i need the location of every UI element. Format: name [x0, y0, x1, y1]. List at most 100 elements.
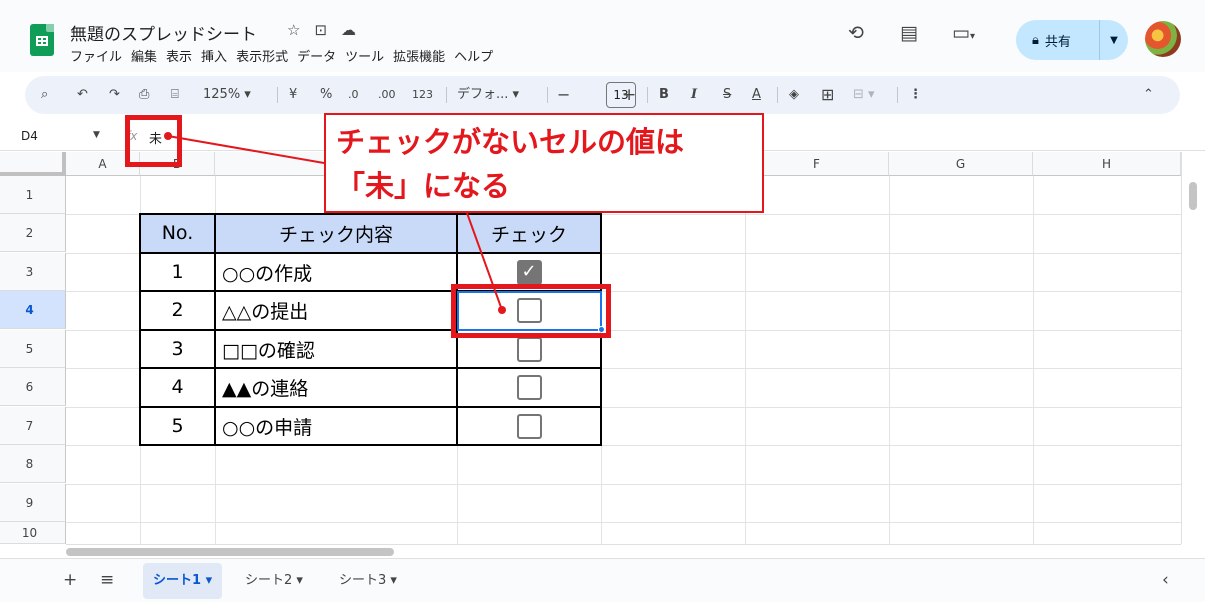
- more-icon[interactable]: ⋮: [909, 76, 922, 114]
- history-icon[interactable]: ⟲: [848, 22, 864, 44]
- redo-icon[interactable]: ↷: [109, 76, 120, 114]
- menu-file[interactable]: ファイル: [70, 46, 122, 65]
- sheet-tab-3[interactable]: シート3 ▾: [329, 563, 407, 599]
- vertical-scroll-thumb[interactable]: [1189, 182, 1197, 210]
- italic-button[interactable]: I: [691, 76, 697, 114]
- cell-highlight-box: [451, 284, 611, 338]
- sheet-tab-bar: + ≡ シート1 ▾ シート2 ▾ シート3 ▾ ‹: [0, 558, 1205, 602]
- menu-insert[interactable]: 挿入: [201, 46, 227, 65]
- row-header-1[interactable]: 1: [0, 176, 66, 214]
- column-header-f[interactable]: F: [745, 152, 889, 176]
- app-header: 無題のスプレッドシート ☆ ⊡ ☁ ファイル 編集 表示 挿入 表示形式 データ…: [0, 0, 1205, 72]
- add-sheet-icon[interactable]: +: [63, 570, 77, 590]
- horizontal-scroll-thumb[interactable]: [66, 548, 394, 556]
- row-header-9[interactable]: 9: [0, 484, 66, 522]
- row-header-6[interactable]: 6: [0, 368, 66, 406]
- checked-checkbox-icon[interactable]: ✓: [516, 259, 542, 285]
- search-menus-icon[interactable]: ⌕: [41, 76, 48, 114]
- unchecked-checkbox-icon[interactable]: [516, 374, 542, 400]
- table-cell-content[interactable]: ○○の作成: [215, 253, 457, 291]
- table-cell-no[interactable]: 2: [140, 291, 215, 329]
- merge-cells-icon[interactable]: ⊟ ▾: [853, 76, 875, 114]
- undo-icon[interactable]: ↶: [77, 76, 88, 114]
- share-button[interactable]: 🔒︎ 共有 ▼: [1016, 20, 1128, 60]
- percent-button[interactable]: %: [320, 76, 332, 114]
- decrease-font-size-button[interactable]: −: [557, 76, 570, 114]
- bold-button[interactable]: B: [659, 76, 669, 114]
- table-cell-content[interactable]: ▲▲の連絡: [215, 368, 457, 406]
- increase-font-size-button[interactable]: +: [622, 76, 636, 114]
- menu-format[interactable]: 表示形式: [236, 46, 288, 65]
- table-header-check[interactable]: チェック: [457, 214, 601, 252]
- explore-collapse-icon[interactable]: ‹: [1162, 570, 1169, 590]
- lock-icon: 🔒︎: [1032, 32, 1039, 48]
- row-header-8[interactable]: 8: [0, 445, 66, 483]
- star-icon[interactable]: ☆: [287, 21, 300, 39]
- table-cell-content[interactable]: △△の提出: [215, 291, 457, 329]
- toolbar: ⌕ ↶ ↷ ⎙ ⌸ 125% ▾ ¥ % .0 .00 123 デフォ... ▾…: [25, 76, 1180, 114]
- menu-extensions[interactable]: 拡張機能: [393, 46, 445, 65]
- menu-help[interactable]: ヘルプ: [454, 46, 493, 65]
- menu-bar: ファイル 編集 表示 挿入 表示形式 データ ツール 拡張機能 ヘルプ: [70, 46, 493, 65]
- row-header-10[interactable]: 10: [0, 522, 66, 544]
- annotation-line-1: チェックがないセルの値は: [336, 125, 685, 159]
- row-header-4[interactable]: 4: [0, 291, 66, 329]
- table-cell-checkbox[interactable]: [457, 407, 601, 445]
- menu-data[interactable]: データ: [297, 46, 336, 65]
- zoom-select[interactable]: 125% ▾: [203, 76, 251, 114]
- print-icon[interactable]: ⎙: [139, 76, 149, 114]
- column-header-h[interactable]: H: [1033, 152, 1181, 176]
- strikethrough-icon[interactable]: S: [723, 76, 731, 114]
- row-header-7[interactable]: 7: [0, 407, 66, 445]
- cloud-saved-icon[interactable]: ☁: [341, 21, 356, 39]
- all-sheets-icon[interactable]: ≡: [100, 570, 114, 590]
- paint-format-icon[interactable]: ⌸: [171, 76, 179, 114]
- title-actions: ☆ ⊡ ☁: [287, 21, 356, 39]
- collapse-toolbar-icon[interactable]: ⌃: [1143, 76, 1154, 114]
- sheet-tab-2[interactable]: シート2 ▾: [235, 563, 313, 599]
- row-header-5[interactable]: 5: [0, 330, 66, 368]
- table-cell-no[interactable]: 4: [140, 368, 215, 406]
- select-all-corner[interactable]: [0, 152, 66, 176]
- table-header-no[interactable]: No.: [140, 214, 215, 252]
- unchecked-checkbox-icon[interactable]: [516, 336, 542, 362]
- move-folder-icon[interactable]: ⊡: [314, 21, 327, 39]
- avatar[interactable]: [1145, 21, 1181, 57]
- unchecked-checkbox-icon[interactable]: [516, 413, 542, 439]
- increase-decimal-button[interactable]: .00: [378, 76, 396, 114]
- fill-color-icon[interactable]: ◈: [789, 76, 799, 114]
- menu-view[interactable]: 表示: [166, 46, 192, 65]
- currency-button[interactable]: ¥: [289, 76, 297, 114]
- annotation-line-2: 「未」になる: [336, 169, 511, 203]
- document-title[interactable]: 無題のスプレッドシート: [70, 20, 257, 45]
- sheets-logo-icon[interactable]: [30, 24, 54, 56]
- menu-tools[interactable]: ツール: [345, 46, 384, 65]
- table-header-content[interactable]: チェック内容: [215, 214, 457, 252]
- share-label: 共有: [1044, 34, 1071, 50]
- row-header-3[interactable]: 3: [0, 253, 66, 291]
- menu-edit[interactable]: 編集: [131, 46, 157, 65]
- table-cell-no[interactable]: 1: [140, 253, 215, 291]
- table-cell-checkbox[interactable]: [457, 368, 601, 406]
- name-box-dropdown-icon[interactable]: ▼: [93, 130, 100, 140]
- vertical-scrollbar[interactable]: [1181, 152, 1205, 544]
- borders-icon[interactable]: ⊞: [821, 76, 834, 114]
- table-cell-no[interactable]: 3: [140, 330, 215, 368]
- table-cell-content[interactable]: □□の確認: [215, 330, 457, 368]
- sheet-tab-1[interactable]: シート1 ▾: [143, 563, 223, 599]
- share-dropdown-icon[interactable]: ▼: [1100, 35, 1128, 46]
- number-format-button[interactable]: 123: [412, 76, 433, 114]
- annotation-callout: チェックがないセルの値は 「未」になる: [324, 113, 764, 213]
- formula-highlight-box: [125, 115, 182, 167]
- table-cell-no[interactable]: 5: [140, 407, 215, 445]
- comments-icon[interactable]: ▤: [900, 22, 918, 44]
- table-cell-content[interactable]: ○○の申請: [215, 407, 457, 445]
- text-color-icon[interactable]: A: [752, 76, 761, 114]
- decrease-decimal-button[interactable]: .0: [348, 76, 359, 114]
- name-box[interactable]: D4: [21, 129, 38, 143]
- horizontal-scrollbar[interactable]: [66, 544, 1181, 558]
- row-header-2[interactable]: 2: [0, 214, 66, 252]
- meet-icon[interactable]: ▭▾: [952, 22, 975, 44]
- column-header-g[interactable]: G: [889, 152, 1033, 176]
- font-select[interactable]: デフォ... ▾: [457, 76, 519, 114]
